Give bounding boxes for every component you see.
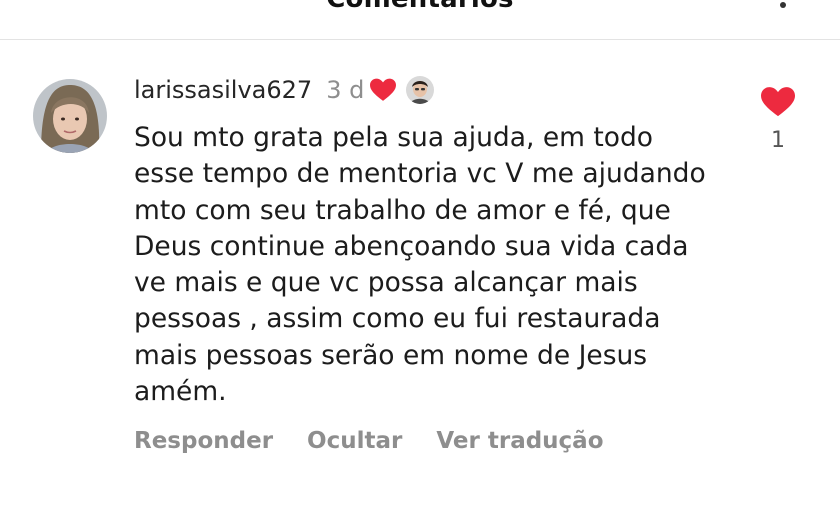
like-heart-icon[interactable]: [761, 86, 795, 118]
comment-text: Sou mto grata pela sua ajuda, em todo es…: [134, 122, 706, 408]
comment-actions: Responder Ocultar Ver tradução: [134, 424, 604, 458]
like-count: 1: [771, 128, 785, 153]
creator-avatar-icon: [406, 76, 435, 104]
header-title: Comentários: [0, 0, 840, 14]
avatar[interactable]: [33, 79, 107, 153]
reply-button[interactable]: Responder: [134, 428, 273, 454]
translate-button[interactable]: Ver tradução: [436, 428, 603, 454]
comment-time: 3 d: [326, 76, 365, 104]
like-column: 1: [758, 86, 798, 153]
comment-meta: larissasilva627 3 d: [134, 74, 435, 106]
username[interactable]: larissasilva627: [134, 76, 312, 104]
creator-liked-heart-icon: [370, 78, 397, 102]
hide-button[interactable]: Ocultar: [307, 428, 402, 454]
comments-header: Comentários: [0, 0, 840, 40]
more-options-icon[interactable]: [780, 2, 786, 8]
